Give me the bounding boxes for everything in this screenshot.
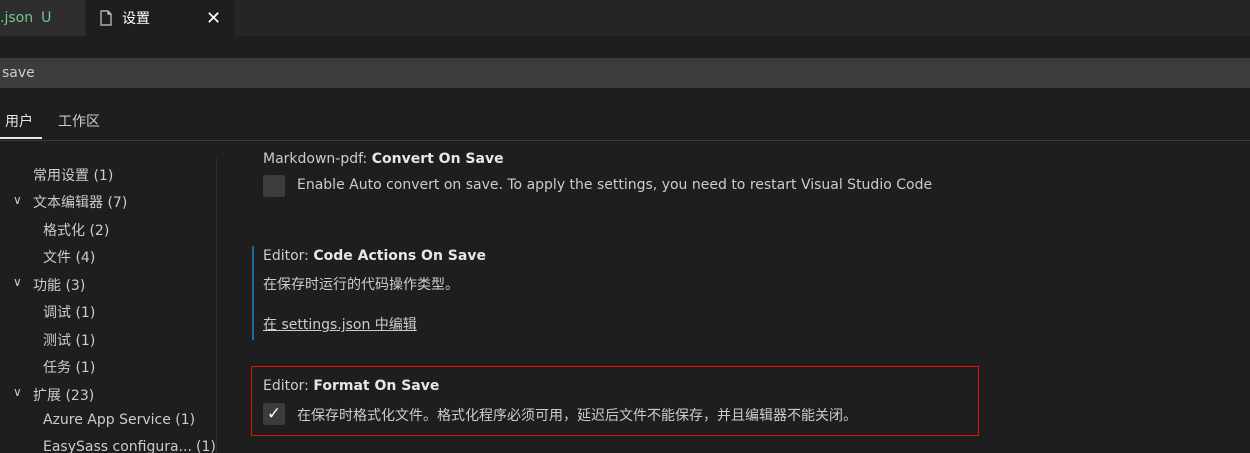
chevron-down-icon[interactable]: ∨	[13, 193, 22, 207]
toc-item-debug[interactable]: 调试 (1)	[43, 302, 95, 322]
setting-description: 在保存时运行的代码操作类型。	[263, 277, 459, 293]
checkmark-icon: ✓	[266, 404, 282, 424]
setting-key: Format On Save	[313, 378, 440, 394]
highlight-box	[251, 366, 979, 436]
toc-item-tasks[interactable]: 任务 (1)	[43, 357, 95, 377]
setting-key: Code Actions On Save	[313, 248, 486, 264]
setting-category: Markdown-pdf:	[263, 151, 372, 167]
setting-category: Editor:	[263, 378, 314, 394]
toc-item-easysass[interactable]: EasySass configura...	[43, 439, 192, 453]
setting-description: Enable Auto convert on save. To apply th…	[297, 177, 933, 193]
active-tab-underline	[0, 137, 42, 139]
tab-json-name: .json	[0, 10, 34, 26]
tab-settings-title: 设置	[122, 11, 150, 27]
search-input[interactable]	[0, 64, 604, 82]
toc-divider	[216, 158, 217, 453]
setting-title-format-on-save: Editor: Format On Save	[263, 378, 439, 394]
close-icon[interactable]: ✕	[206, 8, 221, 29]
file-icon	[100, 10, 112, 26]
setting-title-markdown-pdf: Markdown-pdf: Convert On Save	[263, 151, 504, 167]
toc-item-files[interactable]: 文件 (4)	[43, 247, 95, 267]
setting-key: Convert On Save	[371, 151, 504, 167]
settings-window: .json U 设置 ✕ 用户 工作区 常用设置 (1) ∨ 文本编辑器 (7)…	[0, 0, 1250, 453]
setting-title-code-actions: Editor: Code Actions On Save	[263, 248, 486, 264]
toc-item-easysass-count: (1)	[196, 439, 216, 453]
chevron-down-icon[interactable]: ∨	[13, 385, 22, 399]
settings-search-bar	[0, 58, 1250, 88]
toc-item-azure[interactable]: Azure App Service (1)	[43, 412, 195, 428]
settings-scope-tabs: 用户 工作区	[0, 105, 1250, 141]
toc-item-extensions[interactable]: 扩展 (23)	[33, 385, 94, 405]
toc-item-common[interactable]: 常用设置 (1)	[33, 165, 113, 185]
toc-item-testing[interactable]: 测试 (1)	[43, 330, 95, 350]
settings-toc: 常用设置 (1) ∨ 文本编辑器 (7) 格式化 (2) 文件 (4) ∨ 功能…	[0, 158, 216, 453]
edit-in-settings-json-link[interactable]: 在 settings.json 中编辑	[263, 314, 417, 334]
setting-category: Editor:	[263, 248, 314, 264]
chevron-down-icon[interactable]: ∨	[13, 275, 22, 289]
tab-settings[interactable]: 设置 ✕	[86, 0, 234, 36]
toc-item-formatting[interactable]: 格式化 (2)	[43, 220, 109, 240]
format-on-save-checkbox[interactable]: ✓	[263, 403, 285, 425]
tab-user[interactable]: 用户	[5, 111, 33, 131]
toc-item-text-editor[interactable]: 文本编辑器 (7)	[33, 192, 127, 212]
tab-json-file[interactable]: .json U	[0, 0, 85, 36]
untracked-status: U	[41, 10, 52, 26]
tab-workspace[interactable]: 工作区	[58, 111, 100, 131]
editor-tab-bar: .json U 设置 ✕	[0, 0, 1250, 36]
markdown-pdf-checkbox[interactable]	[263, 175, 285, 197]
toc-item-features[interactable]: 功能 (3)	[33, 275, 85, 295]
setting-description: 在保存时格式化文件。格式化程序必须可用，延迟后文件不能保存，并且编辑器不能关闭。	[297, 408, 857, 424]
focus-indicator	[252, 246, 254, 340]
